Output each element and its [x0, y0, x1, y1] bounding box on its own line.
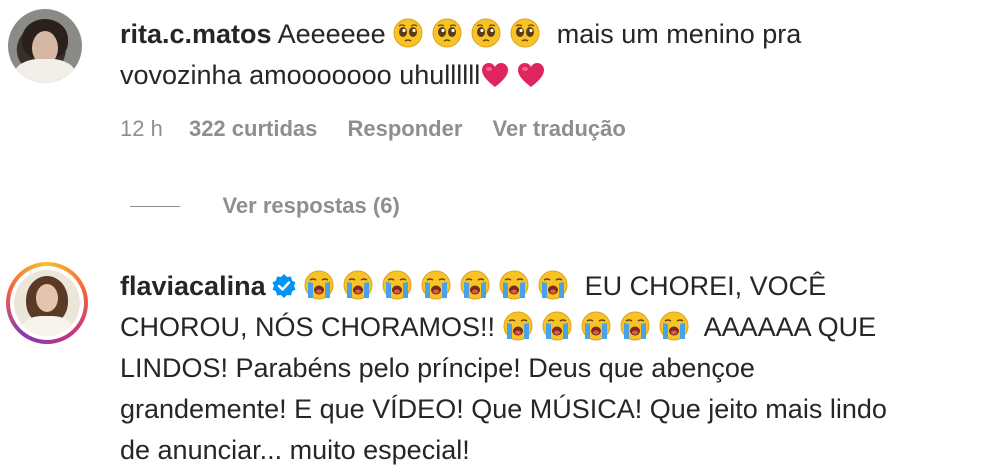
replies-divider: [130, 205, 180, 207]
comment-text-line4: grandemente! E que VÍDEO! Que MÚSICA! Qu…: [120, 394, 887, 424]
avatar[interactable]: [6, 262, 88, 344]
comment-time[interactable]: 12 h: [120, 116, 163, 141]
likes-count[interactable]: 322 curtidas: [189, 116, 317, 141]
username-link[interactable]: rita.c.matos: [120, 19, 272, 49]
comment-text-line2-start: CHOROU, NÓS CHORAMOS!!: [120, 312, 496, 342]
loudly-crying-face-emoji: [343, 270, 373, 300]
loudly-crying-face-emoji: [382, 270, 412, 300]
pleading-face-emoji: [510, 18, 540, 48]
red-heart-emoji: [480, 60, 510, 88]
comment-text-line3: LINDOS! Parabéns pelo príncipe! Deus que…: [120, 353, 755, 383]
loudly-crying-face-emoji: [620, 311, 650, 341]
pleading-face-emoji: [471, 18, 501, 48]
view-replies-label: Ver respostas (6): [222, 193, 400, 218]
username-link[interactable]: flaviacalina: [120, 271, 266, 301]
loudly-crying-face-emoji: [304, 270, 334, 300]
loudly-crying-face-emoji: [499, 270, 529, 300]
loudly-crying-face-emoji: [542, 311, 572, 341]
pleading-face-emoji: [393, 18, 423, 48]
comment-text-mid: mais um menino pra: [556, 19, 802, 49]
translate-button[interactable]: Ver tradução: [493, 116, 626, 141]
comment-meta: 12 h 322 curtidas Responder Ver tradução: [120, 115, 650, 143]
view-replies-button[interactable]: Ver respostas (6): [130, 193, 400, 221]
comment-text-line2-end: AAAAAA QUE: [703, 312, 877, 342]
comment-text: flaviacalina EU CHOREI, VOCÊ CHOROU, NÓS…: [120, 266, 960, 471]
avatar[interactable]: [8, 9, 82, 83]
comment-text-line1-end: EU CHOREI, VOCÊ: [584, 271, 827, 301]
loudly-crying-face-emoji: [538, 270, 568, 300]
loudly-crying-face-emoji: [659, 311, 689, 341]
comment-text-start: Aeeeeee: [277, 19, 386, 49]
reply-button[interactable]: Responder: [347, 116, 462, 141]
comment-text: rita.c.matos Aeeeeee mais um menino pra …: [120, 14, 960, 96]
red-heart-emoji: [516, 60, 546, 88]
comment-text-line5: de anunciar... muito especial!: [120, 435, 470, 465]
loudly-crying-face-emoji: [421, 270, 451, 300]
loudly-crying-face-emoji: [581, 311, 611, 341]
comment-text-line2: vovozinha amooooooo uhullllll: [120, 60, 481, 90]
verified-badge-icon: [271, 270, 297, 298]
loudly-crying-face-emoji: [460, 270, 490, 300]
loudly-crying-face-emoji: [503, 311, 533, 341]
pleading-face-emoji: [432, 18, 462, 48]
